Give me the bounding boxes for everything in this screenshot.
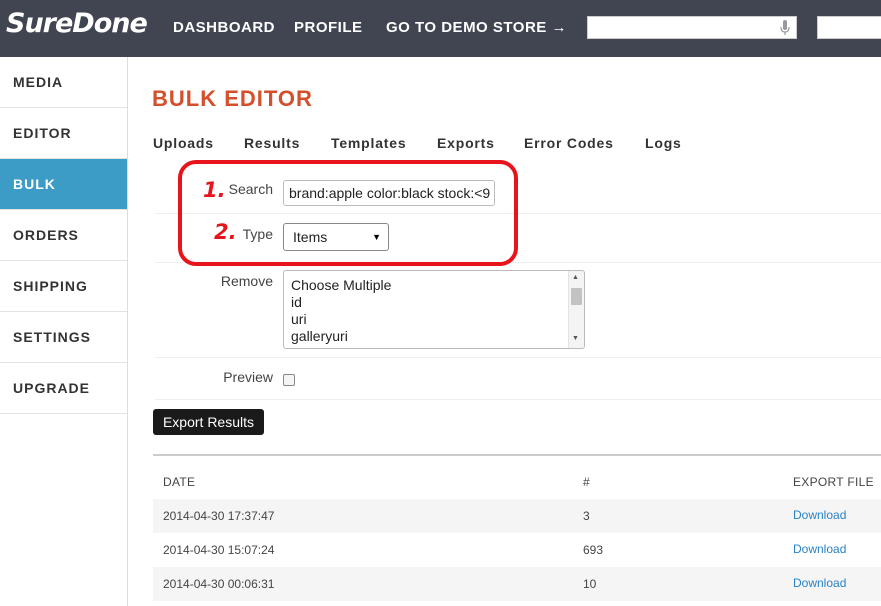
export-results-button[interactable]: Export Results (153, 409, 264, 435)
remove-label: Remove (220, 273, 273, 289)
annotation-step-1: 1. (203, 178, 226, 202)
tab-exports[interactable]: Exports (437, 135, 495, 151)
tab-error-codes[interactable]: Error Codes (524, 135, 614, 151)
sidebar-item-bulk[interactable]: BULK (0, 159, 127, 210)
sidebar-item-upgrade[interactable]: UPGRADE (0, 363, 127, 414)
download-link[interactable]: Download (793, 508, 846, 522)
sidebar: MEDIA EDITOR BULK ORDERS SHIPPING SETTIN… (0, 57, 128, 606)
tab-logs[interactable]: Logs (645, 135, 682, 151)
header-secondary-input[interactable] (817, 16, 881, 39)
microphone-icon[interactable] (780, 20, 790, 36)
table-row: 2014-04-30 17:37:47 3 Download (153, 499, 881, 533)
sidebar-item-orders[interactable]: ORDERS (0, 210, 127, 261)
scroll-up-arrow-icon[interactable]: ▲ (572, 274, 579, 281)
form-divider (155, 399, 881, 400)
sidebar-item-settings[interactable]: SETTINGS (0, 312, 127, 363)
header-search-input[interactable] (587, 16, 797, 39)
annotation-highlight-box (178, 160, 518, 266)
nav-demo-store[interactable]: GO TO DEMO STORE → (386, 19, 567, 36)
list-item[interactable]: galleryuri (284, 328, 391, 345)
column-header-date: DATE (163, 475, 196, 489)
sidebar-item-media[interactable]: MEDIA (0, 57, 127, 108)
list-item[interactable]: Choose Multiple (284, 277, 391, 294)
preview-label: Preview (223, 369, 273, 385)
row-count: 10 (583, 577, 597, 591)
list-item[interactable]: uri (284, 311, 391, 328)
preview-checkbox[interactable] (283, 374, 295, 386)
download-link[interactable]: Download (793, 542, 846, 556)
table-row: 2014-04-30 15:07:24 693 Download (153, 533, 881, 567)
table-top-border (153, 454, 881, 456)
listbox-scrollbar[interactable]: ▲ ▼ (568, 271, 584, 348)
sidebar-item-editor[interactable]: EDITOR (0, 108, 127, 159)
suredone-logo[interactable]: SureDone (6, 8, 148, 39)
row-date: 2014-04-30 00:06:31 (163, 577, 275, 591)
tab-results[interactable]: Results (244, 135, 300, 151)
row-date: 2014-04-30 17:37:47 (163, 509, 275, 523)
nav-profile[interactable]: PROFILE (294, 19, 363, 36)
sidebar-item-shipping[interactable]: SHIPPING (0, 261, 127, 312)
nav-dashboard[interactable]: DASHBOARD (173, 19, 275, 36)
row-date: 2014-04-30 15:07:24 (163, 543, 275, 557)
top-header: SureDone DASHBOARD PROFILE GO TO DEMO ST… (0, 0, 881, 57)
list-item[interactable]: id (284, 294, 391, 311)
row-count: 3 (583, 509, 590, 523)
annotation-step-2: 2. (214, 220, 237, 244)
form-divider (155, 357, 881, 358)
scroll-down-arrow-icon[interactable]: ▼ (572, 335, 579, 342)
column-header-count: # (583, 475, 590, 489)
scroll-thumb[interactable] (571, 288, 582, 305)
table-row: 2014-04-30 00:06:31 10 Download (153, 567, 881, 601)
row-count: 693 (583, 543, 604, 557)
page-title: BULK EDITOR (152, 86, 313, 111)
tab-uploads[interactable]: Uploads (153, 135, 214, 151)
remove-multiselect[interactable]: Choose Multiple id uri galleryuri ▲ ▼ (283, 270, 585, 349)
column-header-export-file: EXPORT FILE (793, 475, 874, 489)
tab-templates[interactable]: Templates (331, 135, 406, 151)
download-link[interactable]: Download (793, 576, 846, 590)
